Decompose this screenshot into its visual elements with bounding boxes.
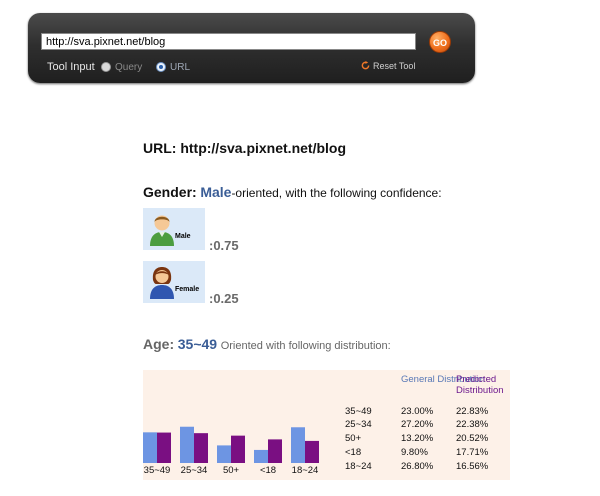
bar-predicted [268, 439, 282, 463]
row-predicted: 22.83% [456, 406, 489, 417]
gender-label: Gender: [143, 184, 197, 200]
tool-panel: GO Tool Input Query URL Reset Tool [28, 13, 475, 83]
result-url: URL: http://sva.pixnet.net/blog [143, 140, 346, 156]
row-predicted: 20.52% [456, 433, 489, 444]
gender-suffix: -oriented, with the following confidence… [231, 186, 442, 200]
row-age: <18 [345, 447, 362, 458]
bar-predicted [305, 440, 319, 463]
bar-general [291, 427, 305, 463]
row-age: 50+ [345, 433, 362, 444]
male-card: Male [143, 208, 205, 250]
row-general: 9.80% [401, 447, 428, 458]
row-predicted: 17.71% [456, 447, 489, 458]
bar-general [217, 445, 231, 463]
radio-url-label[interactable]: URL [170, 62, 190, 73]
gender-value: Male [200, 184, 232, 200]
radio-query[interactable] [101, 62, 111, 72]
row-predicted: 16.56% [456, 461, 489, 472]
row-predicted: 22.38% [456, 419, 489, 430]
female-confidence: :0.25 [209, 291, 239, 306]
table-row: 35~49 23.00% 22.83% [343, 406, 508, 419]
row-age: 35~49 [345, 406, 372, 417]
row-general: 13.20% [401, 433, 434, 444]
male-user-icon [150, 215, 174, 246]
tool-input-label: Tool Input [47, 61, 95, 73]
female-card: Female [143, 261, 205, 303]
row-general: 26.80% [401, 461, 434, 472]
age-summary: Age: 35~49 Oriented with following distr… [143, 336, 391, 352]
age-distribution-chart: 35~49 25~34 50+ <18 18~24 [143, 426, 319, 476]
bar-predicted [231, 435, 245, 463]
url-input[interactable] [41, 33, 416, 50]
age-label: Age: [143, 336, 175, 352]
tick-label: <18 [260, 465, 276, 476]
radio-url[interactable] [156, 62, 166, 72]
age-value: 35~49 [177, 336, 218, 352]
header-predicted-distribution: Predicted Distribution [456, 374, 504, 396]
tick-label: 35~49 [144, 465, 171, 476]
result-url-label: URL: [143, 140, 177, 156]
male-confidence: :0.75 [209, 238, 239, 253]
result-url-value: http://sva.pixnet.net/blog [180, 140, 346, 156]
bar-predicted [194, 433, 208, 463]
age-suffix: Oriented with following distribution: [220, 340, 391, 352]
tick-label: 25~34 [181, 465, 208, 476]
table-row: 25~34 27.20% 22.38% [343, 419, 508, 432]
bar-general [254, 449, 268, 463]
radio-query-label[interactable]: Query [115, 62, 142, 73]
female-user-icon [150, 267, 174, 299]
bar-predicted [157, 432, 171, 463]
go-button[interactable]: GO [429, 31, 451, 53]
reset-tool-label: Reset Tool [373, 61, 416, 71]
female-label: Female [175, 286, 200, 293]
table-row: 50+ 13.20% 20.52% [343, 433, 508, 446]
bar-general [143, 432, 157, 463]
tick-label: 18~24 [292, 465, 319, 476]
tick-label: 50+ [223, 465, 240, 476]
row-age: 18~24 [345, 461, 372, 472]
gender-summary: Gender: Male-oriented, with the followin… [143, 184, 442, 200]
reset-tool-button[interactable]: Reset Tool [361, 61, 415, 71]
bar-general [180, 426, 194, 463]
table-row: 18~24 26.80% 16.56% [343, 461, 508, 474]
row-age: 25~34 [345, 419, 372, 430]
row-general: 23.00% [401, 406, 434, 417]
reset-icon [361, 61, 370, 70]
age-distribution-panel: 35~49 25~34 50+ <18 18~24 General Distributi… [143, 370, 510, 480]
male-label: Male [175, 233, 191, 240]
table-row: <18 9.80% 17.71% [343, 447, 508, 460]
row-general: 27.20% [401, 419, 434, 430]
